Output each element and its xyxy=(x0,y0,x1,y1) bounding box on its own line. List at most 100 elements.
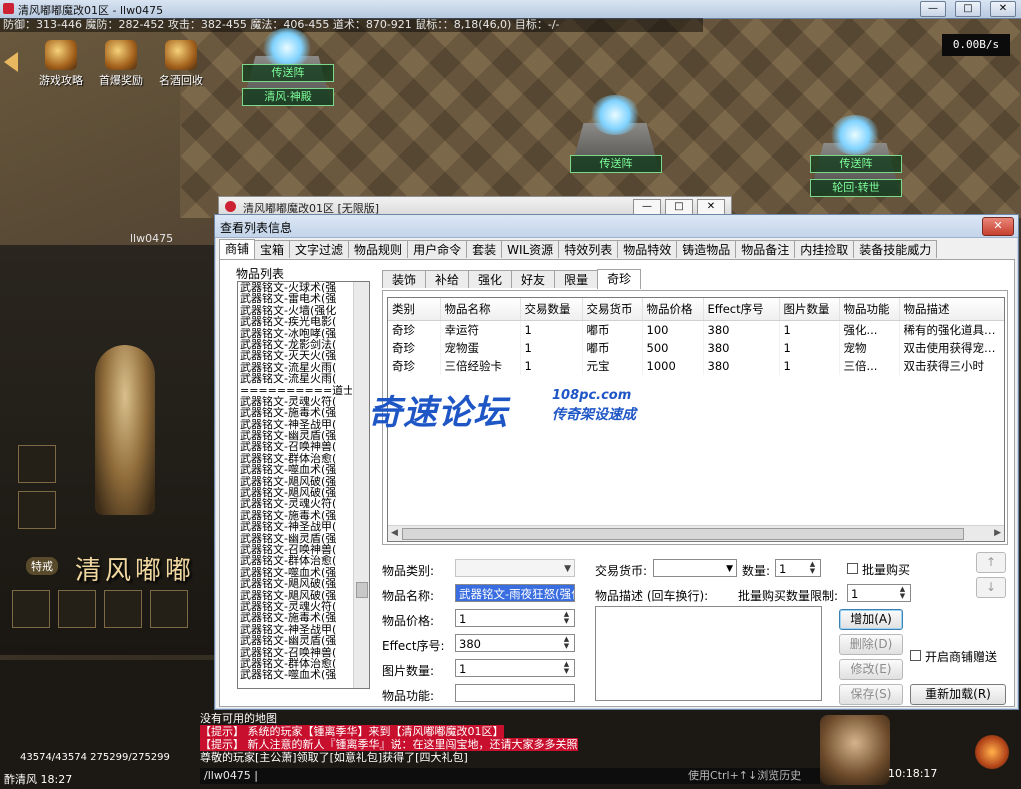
tab-treasure[interactable]: 奇珍 xyxy=(597,269,642,289)
list-item[interactable]: 武器铭文-神圣战甲( xyxy=(240,521,352,532)
special-ring-tag[interactable]: 特戒 xyxy=(26,557,58,575)
tab-sets[interactable]: 套装 xyxy=(466,240,503,258)
list-item[interactable]: 武器铭文-流星火雨( xyxy=(240,373,352,384)
image-count-input[interactable]: 1 ▲ ▼ xyxy=(455,659,575,677)
spinner-icon[interactable]: ▲ ▼ xyxy=(806,561,819,575)
column-header[interactable]: 物品名称 xyxy=(440,298,521,321)
equip-slot[interactable] xyxy=(150,590,188,628)
list-item[interactable]: 武器铭文-飓风破(强 xyxy=(240,476,352,487)
list-item[interactable]: 武器铭文-灵魂火符( xyxy=(240,601,352,612)
delete-button[interactable]: 删除(D) xyxy=(839,634,903,655)
spinner-icon[interactable]: ▲ ▼ xyxy=(560,611,573,625)
portal[interactable]: 传送阵 xyxy=(560,95,670,175)
list-item[interactable]: 武器铭文-神圣战甲( xyxy=(240,624,352,635)
tab-forged-items[interactable]: 铸造物品 xyxy=(676,240,737,258)
list-item[interactable]: 武器铭文-神圣战甲( xyxy=(240,419,352,430)
list-item[interactable]: 武器铭文-噬血术(强 xyxy=(240,567,352,578)
item-name-input[interactable]: 武器铭文-雨夜狂怒(强化) xyxy=(455,584,575,602)
column-header[interactable]: 交易数量 xyxy=(520,298,583,321)
tab-enhance[interactable]: 强化 xyxy=(468,270,513,288)
item-function-input[interactable] xyxy=(455,684,575,702)
tab-friends[interactable]: 好友 xyxy=(511,270,556,288)
save-button[interactable]: 保存(S) xyxy=(839,684,903,705)
list-item[interactable]: 武器铭文-灭天火(强 xyxy=(240,350,352,361)
list-item[interactable]: 武器铭文-召唤神兽( xyxy=(240,647,352,658)
list-item[interactable]: 武器铭文-流星火雨( xyxy=(240,362,352,373)
shop-gift-checkbox[interactable] xyxy=(910,650,921,661)
menu-orb-icon[interactable] xyxy=(975,735,1009,769)
add-button[interactable]: 增加(A) xyxy=(839,609,903,630)
column-header[interactable]: Effect序号 xyxy=(703,298,780,321)
item-price-input[interactable]: 1 ▲ ▼ xyxy=(455,609,575,627)
quantity-stepper[interactable]: 1 ▲ ▼ xyxy=(775,559,821,577)
guide-shortcut[interactable]: 游戏攻略 xyxy=(34,40,88,88)
batch-buy-checkbox[interactable] xyxy=(847,563,858,574)
equip-slot[interactable] xyxy=(12,590,50,628)
tab-decoration[interactable]: 装饰 xyxy=(382,270,427,288)
item-list-scrollbar[interactable] xyxy=(353,282,369,688)
list-item[interactable]: 武器铭文-幽灵盾(强 xyxy=(240,635,352,646)
tab-limited[interactable]: 限量 xyxy=(554,270,599,288)
column-header[interactable]: 物品功能 xyxy=(839,298,900,321)
list-item[interactable]: 武器铭文-噬血术(强 xyxy=(240,464,352,475)
list-item[interactable]: 武器铭文-群体治愈( xyxy=(240,658,352,669)
column-header[interactable]: 物品描述 xyxy=(899,298,1004,321)
close-button[interactable]: ✕ xyxy=(990,1,1016,17)
batch-limit-stepper[interactable]: 1 ▲ ▼ xyxy=(847,584,911,602)
list-item[interactable]: 武器铭文-施毒术(强 xyxy=(240,510,352,521)
back-arrow-icon[interactable] xyxy=(4,52,18,72)
list-item[interactable]: 武器铭文-火球术(强 xyxy=(240,282,352,293)
scroll-right-icon[interactable]: ▶ xyxy=(994,528,1001,538)
minimize-button[interactable]: — xyxy=(633,199,661,215)
minimize-button[interactable]: — xyxy=(920,1,946,17)
list-item[interactable]: 武器铭文-召唤神兽( xyxy=(240,544,352,555)
spinner-icon[interactable]: ▲ ▼ xyxy=(560,636,573,650)
list-item[interactable]: 武器铭文-火墙(强化 xyxy=(240,305,352,316)
list-item[interactable]: 武器铭文-疾光电影( xyxy=(240,316,352,327)
tab-text-filter[interactable]: 文字过滤 xyxy=(289,240,350,258)
equip-slot[interactable] xyxy=(58,590,96,628)
portal[interactable]: 传送阵 清风·神殿 xyxy=(232,28,342,108)
list-item[interactable]: 武器铭文-飓风破(强 xyxy=(240,590,352,601)
recycle-shortcut[interactable]: 名酒回收 xyxy=(154,40,208,88)
item-description-textarea[interactable] xyxy=(595,606,822,701)
spinner-icon[interactable]: ▲ ▼ xyxy=(896,586,909,600)
tab-wil-resources[interactable]: WIL资源 xyxy=(501,240,560,258)
list-item[interactable]: 武器铭文-灵魂火符( xyxy=(240,396,352,407)
maximize-button[interactable]: □ xyxy=(665,199,693,215)
table-row[interactable]: 奇珍 三倍经验卡 1 元宝 1000 380 1 三倍... 双击获得三小时 xyxy=(388,357,1004,375)
tab-shop[interactable]: 商铺 xyxy=(219,239,256,259)
list-item[interactable]: 武器铭文-幽灵盾(强 xyxy=(240,430,352,441)
list-item[interactable]: 武器铭文-群体治愈( xyxy=(240,453,352,464)
equip-slot[interactable] xyxy=(18,445,56,483)
list-item[interactable]: 武器铭文-施毒术(强 xyxy=(240,612,352,623)
first-drop-reward-shortcut[interactable]: 首爆奖励 xyxy=(94,40,148,88)
column-header[interactable]: 物品价格 xyxy=(642,298,704,321)
portal[interactable]: 传送阵 轮回·转世 xyxy=(800,115,910,197)
equip-slot[interactable] xyxy=(104,590,142,628)
modify-button[interactable]: 修改(E) xyxy=(839,659,903,680)
scroll-thumb[interactable] xyxy=(356,582,368,598)
column-header[interactable]: 类别 xyxy=(388,298,441,321)
move-down-button[interactable]: ↓ xyxy=(976,577,1006,598)
tab-item-rules[interactable]: 物品规则 xyxy=(348,240,409,258)
item-list[interactable]: 武器铭文-火球术(强 武器铭文-雷电术(强 武器铭文-火墙(强化 武器铭文-疾光电影(… xyxy=(237,281,370,689)
category-select[interactable]: ▼ xyxy=(455,559,575,577)
tab-treasure-box[interactable]: 宝箱 xyxy=(254,240,291,258)
list-item[interactable]: 武器铭文-群体治愈( xyxy=(240,555,352,566)
list-item[interactable]: 武器铭文-召唤神兽( xyxy=(240,441,352,452)
list-item[interactable]: 武器铭文-灵魂火符( xyxy=(240,498,352,509)
equip-slot[interactable] xyxy=(18,491,56,529)
scroll-left-icon[interactable]: ◀ xyxy=(391,528,398,538)
move-up-button[interactable]: ↑ xyxy=(976,552,1006,573)
list-item[interactable]: 武器铭文-施毒术(强 xyxy=(240,407,352,418)
tab-item-notes[interactable]: 物品备注 xyxy=(735,240,796,258)
table-row[interactable]: 奇珍 幸运符 1 嘟币 100 380 1 强化... 稀有的强化道具防... xyxy=(388,320,1004,339)
tab-user-commands[interactable]: 用户命令 xyxy=(407,240,468,258)
tab-skill-power[interactable]: 装备技能威力 xyxy=(853,240,938,258)
list-item[interactable]: ==========道士铭文 xyxy=(240,385,352,396)
tab-auto-pickup[interactable]: 内挂捡取 xyxy=(794,240,855,258)
scroll-thumb[interactable] xyxy=(402,528,964,540)
table-row[interactable]: 奇珍 宠物蛋 1 嘟币 500 380 1 宠物 双击使用获得宠物... xyxy=(388,339,1004,357)
currency-select[interactable]: ▼ xyxy=(653,559,737,577)
